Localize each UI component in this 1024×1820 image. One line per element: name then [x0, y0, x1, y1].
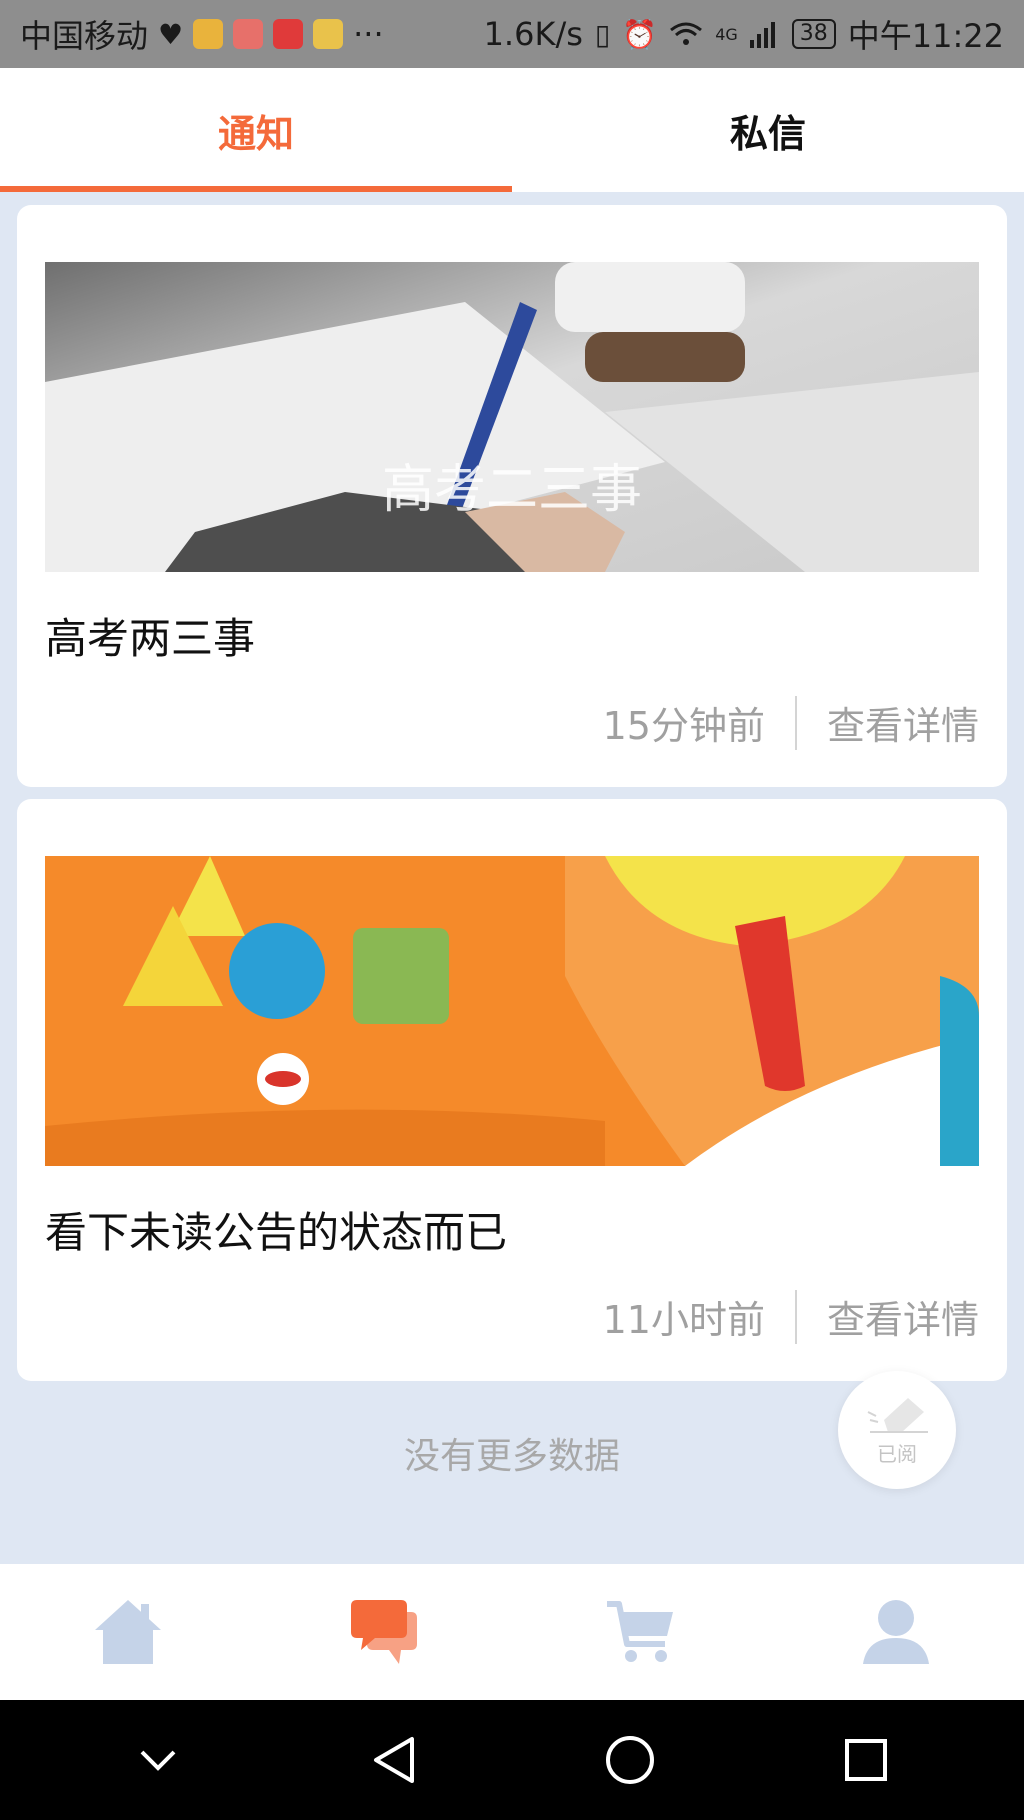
jd-app-icon — [273, 19, 304, 49]
carrier-label: 中国移动 — [20, 17, 149, 55]
notice-time: 15分钟前 — [602, 704, 765, 748]
message-tabs: 通知 私信 — [0, 68, 1024, 192]
home-icon — [95, 1600, 161, 1664]
bike-app-icon — [233, 19, 264, 49]
user-icon — [863, 1600, 929, 1664]
nav-home[interactable] — [0, 1564, 256, 1700]
notice-meta: 11小时前 查看详情 — [603, 1289, 979, 1344]
signal-icon — [749, 22, 775, 48]
hide-keyboard-button[interactable] — [118, 1720, 198, 1800]
notice-image: 高考二三事 — [45, 262, 979, 572]
mark-read-label: 已阅 — [877, 1441, 917, 1466]
alarm-icon: ⏰ — [622, 17, 658, 51]
health-icon: ♥ — [158, 17, 184, 51]
vibrate-icon: ▯ — [594, 17, 611, 51]
meta-divider — [794, 1289, 797, 1344]
home-system-button[interactable] — [590, 1720, 670, 1800]
notice-title: 高考两三事 — [45, 614, 256, 663]
cart-icon — [607, 1601, 673, 1662]
back-triangle-icon — [374, 1737, 414, 1783]
recents-button[interactable] — [826, 1720, 906, 1800]
nav-cart[interactable] — [512, 1564, 768, 1700]
home-circle-icon — [606, 1736, 654, 1784]
notice-card[interactable]: 看下未读公告的状态而已 11小时前 查看详情 — [17, 799, 1007, 1381]
mail-icon — [313, 19, 344, 49]
notice-image — [45, 856, 979, 1166]
mark-read-button[interactable]: 已阅 — [838, 1371, 956, 1489]
more-notifications: ··· — [353, 15, 384, 53]
nav-profile[interactable] — [768, 1564, 1024, 1700]
view-details-link[interactable]: 查看详情 — [827, 1289, 979, 1344]
chat-icon — [351, 1600, 417, 1664]
bottom-navigation — [0, 1564, 1024, 1700]
app-notification-icon — [193, 19, 224, 49]
notice-meta: 15分钟前 查看详情 — [603, 695, 979, 750]
view-details-link[interactable]: 查看详情 — [827, 695, 979, 750]
battery-indicator: 38 — [791, 19, 836, 49]
tab-private-messages[interactable]: 私信 — [512, 68, 1024, 192]
back-button[interactable] — [354, 1720, 434, 1800]
clock: 中午11:22 — [847, 17, 1004, 55]
network-type: 4G — [715, 24, 738, 44]
tab-notifications[interactable]: 通知 — [0, 68, 512, 192]
system-navigation — [0, 1700, 1024, 1820]
eraser-icon — [867, 1397, 928, 1433]
image-caption: 高考二三事 — [381, 460, 642, 520]
nav-messages[interactable] — [256, 1564, 512, 1700]
notice-title: 看下未读公告的状态而已 — [45, 1208, 508, 1257]
notice-time: 11小时前 — [602, 1298, 765, 1342]
wifi-icon — [670, 22, 703, 45]
recents-square-icon — [845, 1739, 887, 1781]
network-speed: 1.6K/s — [483, 15, 583, 53]
meta-divider — [794, 695, 797, 750]
notice-card[interactable]: 高考二三事 高考两三事 15分钟前 查看详情 — [17, 205, 1007, 787]
chevron-down-icon — [140, 1750, 176, 1771]
status-bar: 中国移动 ♥ ··· 1.6K/s ▯ ⏰ 4G 38 中午11:22 — [0, 0, 1024, 68]
